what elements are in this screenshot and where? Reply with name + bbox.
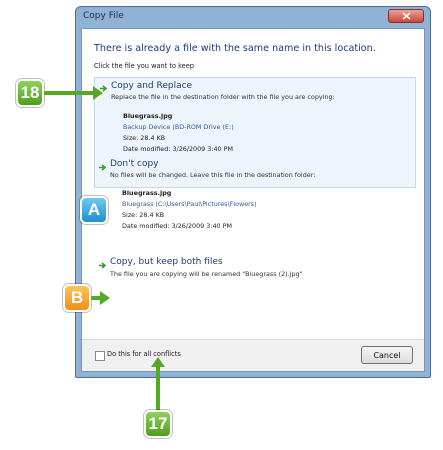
copy-file-dialog: Copy File There is already a file with t… <box>75 6 431 378</box>
file-modified: Date modified: 3/26/2009 3:40 PM <box>122 222 233 230</box>
file-location: Backup Device (BD-ROM Drive (E:) <box>123 123 234 131</box>
green-arrow-icon <box>99 164 107 171</box>
option-description: No files will be changed. Leave this fil… <box>110 171 316 179</box>
dialog-content: There is already a file with the same na… <box>81 28 425 372</box>
close-icon <box>402 12 411 20</box>
callout-18: 18 <box>16 79 44 107</box>
close-button[interactable] <box>388 9 424 23</box>
option-title: Copy and Replace <box>111 81 193 91</box>
file-modified: Date modified: 3/26/2009 3:40 PM <box>123 145 234 153</box>
green-arrow-icon <box>99 262 107 269</box>
window-title: Copy File <box>83 11 124 21</box>
callout-17: 17 <box>144 410 172 438</box>
arrow-head-icon <box>93 86 103 100</box>
file-location: Bluegrass (C:\Users\Paul\Pictures\Flower… <box>122 200 257 208</box>
dialog-footer: Do this for all conflicts Cancel <box>82 339 424 371</box>
callout-a: A <box>80 196 108 224</box>
cancel-button[interactable]: Cancel <box>361 346 413 364</box>
callout-b: B <box>63 284 91 312</box>
title-bar[interactable]: Copy File <box>76 7 430 28</box>
option-dont-copy[interactable]: Don't copy No files will be changed. Lea… <box>94 159 416 237</box>
file-size: Size: 28.4 KB <box>123 134 166 142</box>
dialog-subheading: Click the file you want to keep <box>94 62 194 70</box>
do-for-all-label: Do this for all conflicts <box>107 350 181 358</box>
option-keep-both[interactable]: Copy, but keep both files The file you a… <box>94 255 416 285</box>
option-description: Replace the file in the destination fold… <box>111 93 335 101</box>
option-title: Don't copy <box>110 159 159 169</box>
option-title: Copy, but keep both files <box>110 257 223 267</box>
option-description: The file you are copying will be renamed… <box>110 270 303 278</box>
callout-18-arrow <box>44 91 94 95</box>
do-for-all-checkbox[interactable] <box>95 351 105 361</box>
dialog-heading: There is already a file with the same na… <box>94 43 376 54</box>
file-size: Size: 28.4 KB <box>122 211 165 219</box>
arrow-head-icon <box>100 291 110 305</box>
file-name: Bluegrass.jpg <box>122 189 172 197</box>
file-name: Bluegrass.jpg <box>123 112 173 120</box>
callout-17-arrow <box>156 366 160 412</box>
